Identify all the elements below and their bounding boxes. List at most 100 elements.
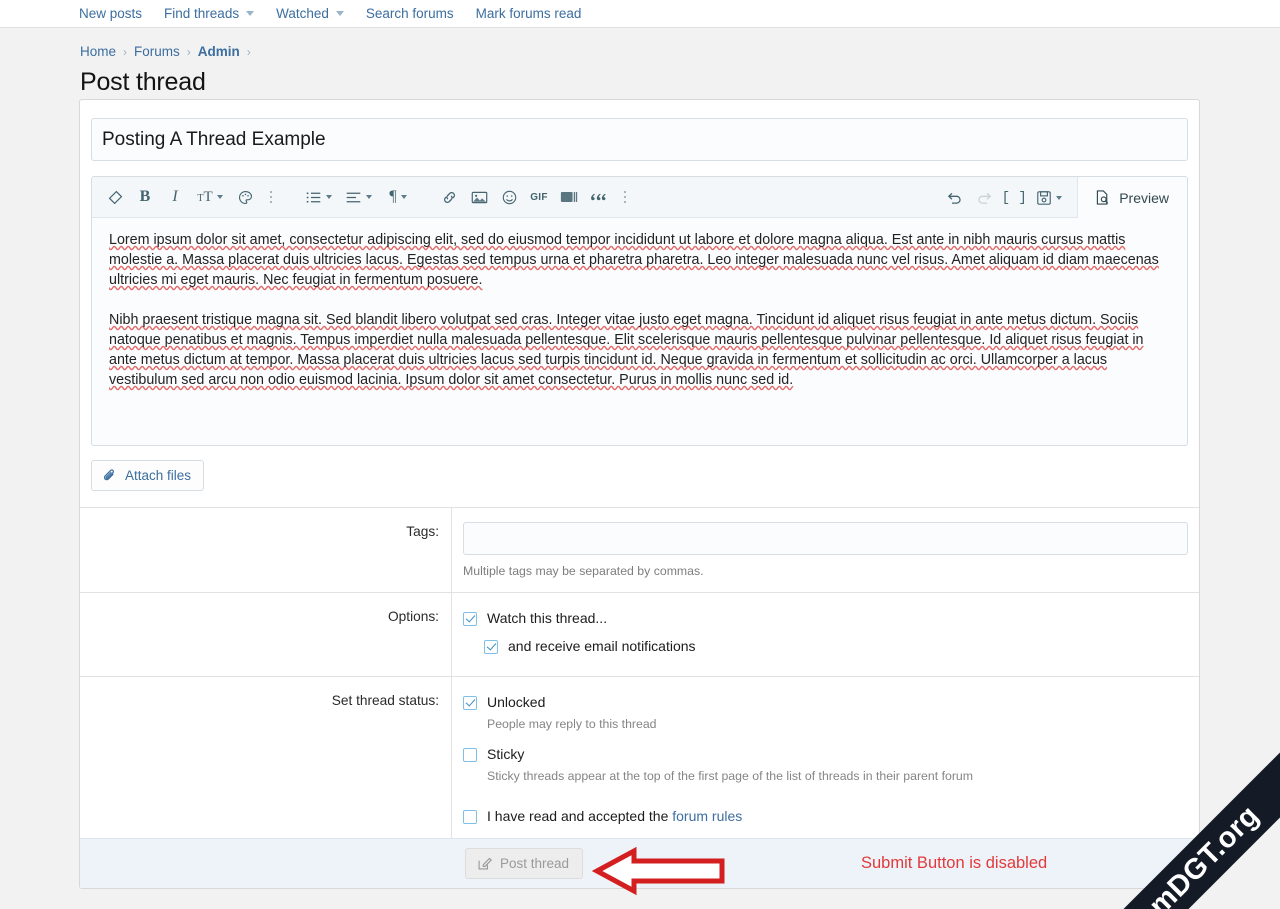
nav-item-new-posts[interactable]: New posts (79, 6, 154, 21)
status-hint-sticky: Sticky threads appear at the top of the … (487, 768, 1188, 785)
nav-item-watched[interactable]: Watched (276, 6, 356, 21)
status-hint-unlocked: People may reply to this thread (487, 716, 1188, 733)
nav-item-label: Watched (276, 6, 329, 21)
nav-item-label: New posts (79, 6, 142, 21)
post-thread-label: Post thread (500, 856, 569, 871)
top-navigation: New posts Find threads Watched Search fo… (0, 0, 1280, 28)
nav-item-find-threads[interactable]: Find threads (164, 6, 266, 21)
attach-files-button[interactable]: Attach files (91, 460, 204, 491)
chevron-down-icon (336, 11, 344, 16)
option-label: Watch this thread... (487, 609, 607, 628)
link-icon[interactable] (434, 182, 464, 212)
tags-hint: Multiple tags may be separated by commas… (463, 564, 1188, 578)
option-label: and receive email notifications (508, 637, 696, 656)
rules-text-wrapper: I have read and accepted the forum rules (487, 807, 742, 826)
chevron-down-icon (246, 11, 254, 16)
thread-title-input[interactable] (91, 118, 1188, 161)
preview-button[interactable]: Preview (1077, 177, 1187, 218)
bold-icon[interactable]: B (130, 182, 160, 212)
more-inline-icon[interactable] (260, 182, 282, 212)
options-row: Options: Watch this thread... and receiv… (80, 593, 1199, 676)
status-label: Unlocked (487, 693, 545, 712)
editor-paragraph-1: Lorem ipsum dolor sit amet, consectetur … (109, 230, 1170, 290)
checkbox-email-notifications[interactable] (484, 640, 498, 654)
nav-item-label: Find threads (164, 6, 239, 21)
option-email-notifications[interactable]: and receive email notifications (484, 637, 1188, 656)
breadcrumb-item-forums[interactable]: Forums (134, 44, 180, 59)
drafts-icon[interactable] (1029, 183, 1069, 213)
breadcrumb-item-admin[interactable]: Admin (198, 44, 240, 59)
page-title: Post thread (0, 62, 1280, 97)
form-fields: Tags: Multiple tags may be separated by … (80, 507, 1199, 838)
gif-icon[interactable]: GIF (524, 182, 554, 212)
paragraph-format-icon[interactable]: ¶ (378, 182, 418, 212)
bold-glyph: B (140, 188, 151, 206)
paperclip-icon (102, 468, 117, 483)
image-icon[interactable] (464, 182, 494, 212)
option-watch-thread[interactable]: Watch this thread... (463, 609, 1188, 628)
chevron-down-icon (366, 195, 372, 199)
nav-item-search-forums[interactable]: Search forums (366, 6, 466, 21)
bullet-list-icon[interactable] (298, 182, 338, 212)
undo-icon[interactable] (939, 183, 969, 213)
post-thread-button[interactable]: Post thread (465, 848, 583, 879)
redo-icon[interactable] (969, 183, 999, 213)
checkbox-sticky[interactable] (463, 748, 477, 762)
annotation-text: Submit Button is disabled (861, 854, 1047, 873)
align-icon[interactable] (338, 182, 378, 212)
compose-icon (477, 856, 492, 871)
nav-item-mark-forums-read[interactable]: Mark forums read (476, 6, 594, 21)
rules-text: I have read and accepted the (487, 808, 672, 824)
tags-input[interactable] (463, 522, 1188, 555)
checkbox-forum-rules[interactable] (463, 810, 477, 824)
breadcrumb: Home › Forums › Admin › (0, 28, 1280, 62)
chevron-down-icon (401, 195, 407, 199)
breadcrumb-separator-icon: › (123, 45, 127, 59)
smilies-icon[interactable] (494, 182, 524, 212)
breadcrumb-separator-icon: › (247, 45, 251, 59)
rules-acceptance[interactable]: I have read and accepted the forum rules (463, 807, 1188, 826)
preview-label: Preview (1119, 190, 1169, 206)
thread-title-row (80, 100, 1199, 161)
italic-glyph: I (172, 188, 177, 206)
font-size-icon[interactable]: TT (190, 182, 230, 212)
post-thread-form: B I TT (79, 99, 1200, 889)
gif-glyph: GIF (530, 192, 548, 203)
breadcrumb-separator-icon: › (187, 45, 191, 59)
breadcrumb-item-home[interactable]: Home (80, 44, 116, 59)
preview-icon (1094, 189, 1111, 206)
nav-item-label: Search forums (366, 6, 454, 21)
rich-text-editor: B I TT (91, 176, 1188, 446)
editor-paragraph-2: Nibh praesent tristique magna sit. Sed b… (109, 310, 1170, 390)
thread-status-row: Set thread status: Unlocked People may r… (80, 677, 1199, 838)
options-label: Options: (80, 593, 452, 676)
tags-label: Tags: (80, 508, 452, 592)
editor-content-area[interactable]: Lorem ipsum dolor sit amet, consectetur … (92, 218, 1187, 445)
annotation-arrow-icon (592, 846, 727, 896)
status-unlocked[interactable]: Unlocked (463, 693, 1188, 712)
chevron-down-icon (217, 195, 223, 199)
checkbox-unlocked[interactable] (463, 696, 477, 710)
pilcrow-glyph: ¶ (389, 188, 396, 206)
nav-item-label: Mark forums read (476, 6, 582, 21)
text-color-icon[interactable] (230, 182, 260, 212)
forum-rules-link[interactable]: forum rules (672, 808, 742, 824)
attach-files-label: Attach files (125, 468, 191, 483)
italic-icon[interactable]: I (160, 182, 190, 212)
status-label: Sticky (487, 745, 524, 764)
tags-row: Tags: Multiple tags may be separated by … (80, 508, 1199, 592)
checkbox-watch-thread[interactable] (463, 612, 477, 626)
remove-formatting-icon[interactable] (100, 182, 130, 212)
quote-icon[interactable] (584, 182, 614, 212)
thread-status-label: Set thread status: (80, 677, 452, 838)
status-sticky[interactable]: Sticky (463, 745, 1188, 764)
attach-files-row: Attach files (80, 446, 1199, 507)
media-icon[interactable] (554, 182, 584, 212)
bbcode-glyph: [ ] (1002, 190, 1027, 206)
chevron-down-icon (1056, 196, 1062, 200)
editor-toolbar: B I TT (92, 177, 1187, 218)
toolbar-right-group: [ ] Preview (939, 177, 1187, 218)
more-insert-icon[interactable] (614, 182, 636, 212)
chevron-down-icon (326, 195, 332, 199)
bbcode-icon[interactable]: [ ] (999, 183, 1029, 213)
